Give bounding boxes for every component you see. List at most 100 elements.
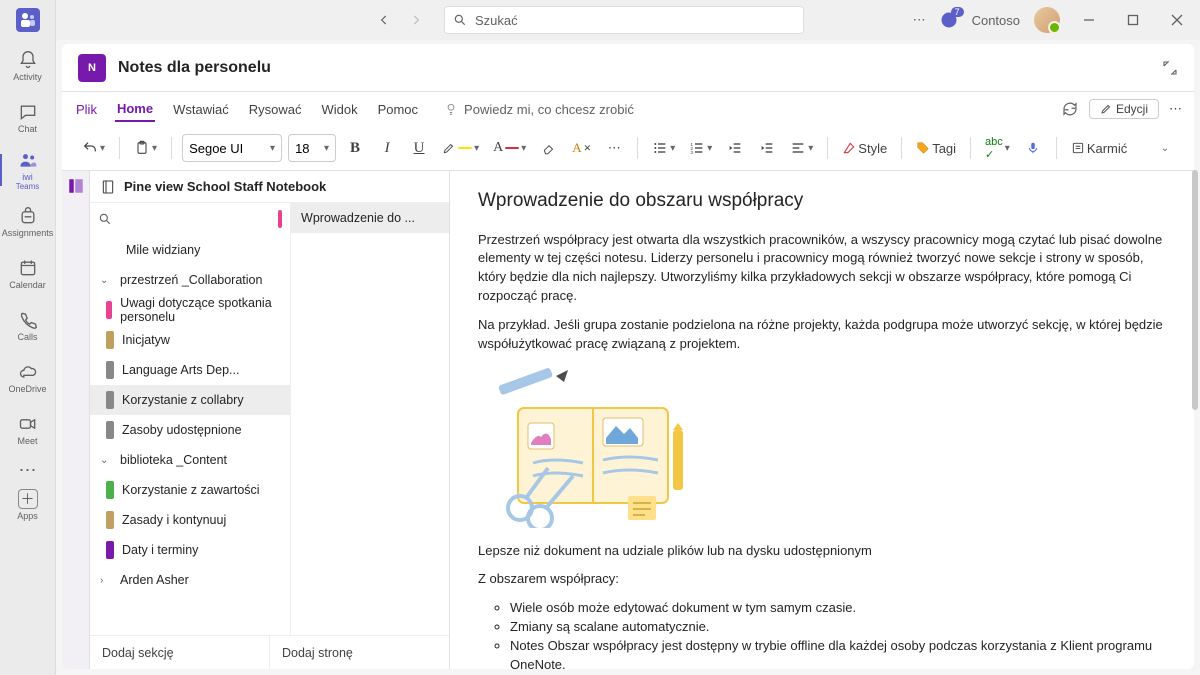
page-item-intro[interactable]: Wprowadzenie do ...: [291, 203, 449, 233]
format-painter-button[interactable]: A✕: [568, 133, 595, 163]
app-header: N Notes dla personelu: [62, 44, 1194, 92]
bullets-button[interactable]: ▾: [648, 133, 679, 163]
font-size-select[interactable]: 18▾: [288, 134, 336, 162]
page-label: Wprowadzenie do ...: [301, 211, 415, 225]
section-language-arts[interactable]: Language Arts Dep...: [90, 355, 290, 385]
ribbon-more[interactable]: ⋯: [1169, 101, 1182, 117]
group-collaboration[interactable]: ⌄przestrzeń _Collaboration: [90, 265, 290, 295]
section-shared-resources[interactable]: Zasoby udostępnione: [90, 415, 290, 445]
scrollbar[interactable]: [1192, 170, 1198, 410]
calendar-icon: [18, 258, 38, 278]
tab-view[interactable]: Widok: [319, 98, 359, 121]
main-column: Szukać ⋯ 7 Contoso N Notes dla personelu…: [56, 0, 1200, 675]
tab-insert[interactable]: Wstawiać: [171, 98, 231, 121]
rail-meet[interactable]: Meet: [0, 404, 56, 456]
window-maximize[interactable]: [1118, 5, 1148, 35]
search-icon: [98, 212, 112, 226]
rail-assignments[interactable]: Assignments: [0, 196, 56, 248]
notebook-title: Pine view School Staff Notebook: [124, 179, 326, 194]
bullets-icon: [652, 140, 668, 156]
outdent-icon: [727, 140, 743, 156]
indent-icon: [759, 140, 775, 156]
bold-button[interactable]: B: [342, 133, 368, 163]
indent-button[interactable]: [754, 133, 780, 163]
font-size-value: 18: [295, 141, 309, 156]
outdent-button[interactable]: [722, 133, 748, 163]
spellcheck-button[interactable]: abc✓▾: [981, 133, 1014, 163]
rail-calendar[interactable]: Calendar: [0, 248, 56, 300]
window-close[interactable]: [1162, 5, 1192, 35]
page-canvas[interactable]: Wprowadzenie do obszaru współpracy Przes…: [450, 171, 1194, 669]
font-name-value: Segoe UI: [189, 141, 243, 156]
highlight-button[interactable]: ▾: [438, 133, 483, 163]
section-label: Zasady i kontynuuj: [122, 513, 226, 527]
section-search[interactable]: [90, 203, 290, 235]
avatar[interactable]: [1034, 7, 1060, 33]
window-minimize[interactable]: [1074, 5, 1104, 35]
sync-icon[interactable]: [1061, 100, 1079, 118]
undo-button[interactable]: ▾: [78, 133, 109, 163]
numbering-button[interactable]: 123▾: [685, 133, 716, 163]
section-label: Language Arts Dep...: [122, 363, 239, 377]
section-using-content[interactable]: Korzystanie z zawartości: [90, 475, 290, 505]
book-icon: [100, 179, 116, 195]
rail-label: OneDrive: [8, 384, 46, 394]
search-input[interactable]: Szukać: [444, 6, 804, 34]
tab-draw[interactable]: Rysować: [247, 98, 304, 121]
add-page-button[interactable]: Dodaj stronę: [269, 636, 449, 669]
feed-button[interactable]: Karmić: [1067, 133, 1131, 163]
section-using-collab[interactable]: Korzystanie z collabry: [90, 385, 290, 415]
styles-label: Style: [858, 141, 887, 156]
rail-activity[interactable]: Activity: [0, 40, 56, 92]
tags-button[interactable]: Tagi: [912, 133, 960, 163]
styles-button[interactable]: Style: [838, 133, 891, 163]
list-item: Notes Obszar współpracy jest dostępny w …: [510, 637, 1166, 669]
section-policies[interactable]: Zasady i kontynuuj: [90, 505, 290, 535]
notebook-title-row[interactable]: Pine view School Staff Notebook: [90, 171, 449, 203]
section-welcome[interactable]: Mile widziany: [90, 235, 290, 265]
illustration: [478, 368, 698, 528]
rail-more[interactable]: ⋯: [19, 460, 37, 481]
section-meeting-notes[interactable]: Uwagi dotyczące spotkania personelu: [90, 295, 290, 325]
tab-file[interactable]: Plik: [74, 98, 99, 121]
tab-home[interactable]: Home: [115, 97, 155, 122]
nav-back[interactable]: [372, 8, 396, 32]
more-menu[interactable]: ⋯: [913, 12, 926, 28]
page-paragraph: Na przykład. Jeśli grupa zostanie podzie…: [478, 316, 1166, 354]
rail-chat[interactable]: Chat: [0, 92, 56, 144]
more-font[interactable]: ⋯: [601, 133, 627, 163]
bell-icon: [18, 50, 38, 70]
expand-icon[interactable]: [1162, 60, 1178, 76]
italic-button[interactable]: I: [374, 133, 400, 163]
dictate-button[interactable]: [1020, 133, 1046, 163]
group-label: Arden Asher: [120, 573, 189, 587]
section-initiatives[interactable]: Inicjatyw: [90, 325, 290, 355]
font-color-button[interactable]: A▾: [489, 133, 530, 163]
rail-onedrive[interactable]: OneDrive: [0, 352, 56, 404]
group-label: biblioteka _Content: [120, 453, 227, 467]
tell-me[interactable]: Powiedz mi, co chcesz zrobić: [444, 102, 634, 117]
align-button[interactable]: ▾: [786, 133, 817, 163]
group-arden[interactable]: ›Arden Asher: [90, 565, 290, 595]
notifications[interactable]: 7: [940, 11, 958, 29]
clear-format-button[interactable]: [536, 133, 562, 163]
rail-label: Chat: [18, 124, 37, 134]
rail-apps[interactable]: ＋: [18, 489, 38, 509]
font-name-select[interactable]: Segoe UI▾: [182, 134, 282, 162]
tab-help[interactable]: Pomoc: [376, 98, 420, 121]
rail-teams[interactable]: iwiTeams: [0, 144, 56, 196]
notebook-switcher[interactable]: [62, 171, 90, 669]
rail-calls[interactable]: Calls: [0, 300, 56, 352]
nav-forward[interactable]: [404, 8, 428, 32]
content-area: Pine view School Staff Notebook Mile wid…: [62, 171, 1194, 669]
editing-mode-button[interactable]: Edycji: [1089, 99, 1159, 119]
clipboard-button[interactable]: ▾: [130, 133, 161, 163]
group-content-library[interactable]: ⌄biblioteka _Content: [90, 445, 290, 475]
ribbon-collapse[interactable]: ⌄: [1152, 133, 1178, 163]
section-label: Zasoby udostępnione: [122, 423, 242, 437]
section-dates[interactable]: Daty i terminy: [90, 535, 290, 565]
add-section-button[interactable]: Dodaj sekcję: [90, 636, 269, 669]
page-paragraph: Lepsze niż dokument na udziale plików lu…: [478, 542, 1166, 561]
rail-label: Meet: [17, 436, 37, 446]
underline-button[interactable]: U: [406, 133, 432, 163]
